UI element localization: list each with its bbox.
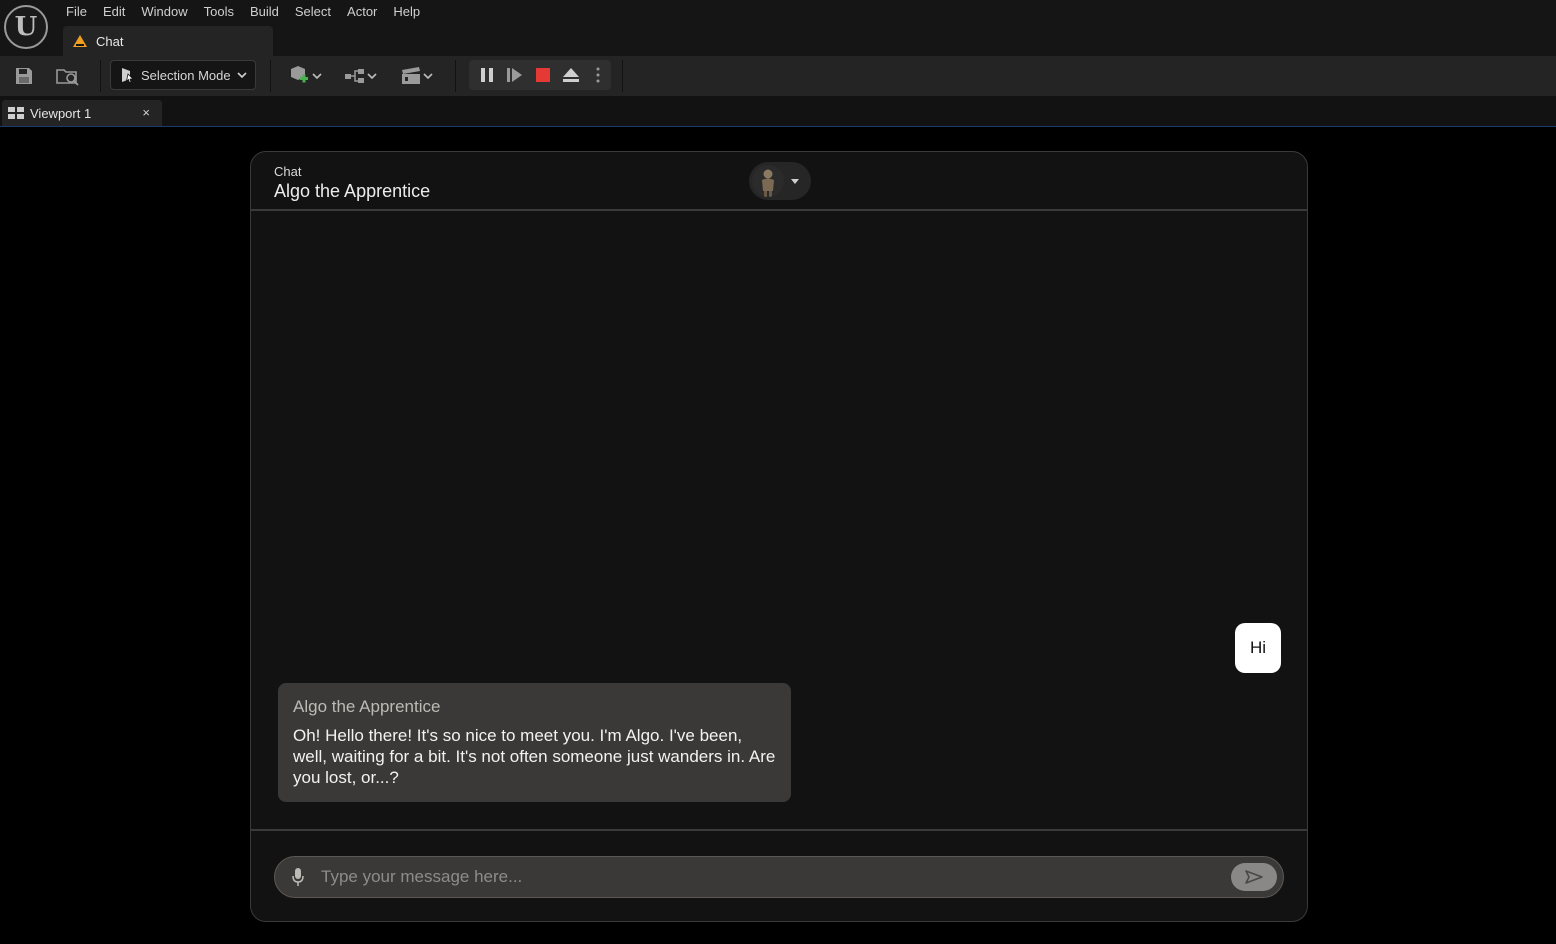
menu-edit[interactable]: Edit [95,0,133,24]
assistant-name: Algo the Apprentice [293,697,441,716]
toolbar-separator [455,60,456,92]
eject-button[interactable] [561,63,581,87]
assistant-message: Algo the Apprentice Oh! Hello there! It'… [278,683,791,802]
chat-kicker: Chat [274,164,302,179]
send-button[interactable] [1231,863,1277,891]
add-actor-icon [291,66,308,83]
save-icon [16,68,32,84]
menu-bar: File Edit Window Tools Build Select Acto… [58,0,428,24]
level-warning-icon [73,35,87,47]
selection-mode-label: Selection Mode [141,67,231,83]
add-actor-dropdown[interactable] [286,64,324,88]
toolbar-separator [270,60,271,92]
chevron-down-icon [237,72,247,79]
menu-help[interactable]: Help [385,0,428,24]
step-frame-icon [507,68,522,82]
menu-select[interactable]: Select [287,0,339,24]
chevron-down-icon [312,73,322,80]
selection-mode-dropdown[interactable]: Selection Mode [110,60,256,90]
step-frame-button[interactable] [505,63,525,87]
pause-button[interactable] [477,63,497,87]
blueprint-icon [345,69,364,83]
more-options-icon [596,67,600,83]
viewport-layout-icon [8,107,24,119]
character-avatar-icon [752,165,784,197]
menu-tools[interactable]: Tools [196,0,242,24]
message-input[interactable] [321,857,1221,897]
toolbar-separator [622,60,623,92]
toolbar-separator [100,60,101,92]
content-browser-button[interactable] [55,64,81,88]
play-controls [469,60,611,90]
send-icon [1245,870,1263,884]
cinematics-dropdown[interactable] [396,64,436,88]
save-button[interactable] [12,64,36,88]
eject-icon [563,68,579,82]
blueprint-dropdown[interactable] [340,64,380,88]
content-browser-icon [56,69,79,86]
chevron-down-icon [367,73,377,80]
menu-build[interactable]: Build [242,0,287,24]
viewport-tab-label: Viewport 1 [30,105,92,121]
avatar [752,165,784,197]
chat-footer [251,829,1307,921]
caret-down-icon [791,178,799,184]
title-bar: U File Edit Window Tools Build Select Ac… [0,0,1556,56]
message-composer [274,856,1284,898]
document-tab-chat[interactable]: Chat [63,26,273,56]
chat-header: Chat Algo the Apprentice [251,152,1307,211]
microphone-button[interactable] [291,867,305,892]
character-selector[interactable] [749,162,811,200]
user-message: Hi [1235,623,1281,673]
stop-button[interactable] [533,63,553,87]
chevron-down-icon [423,73,433,80]
close-icon[interactable]: × [142,105,150,120]
chat-title: Algo the Apprentice [274,181,431,201]
microphone-icon [292,868,304,886]
menu-window[interactable]: Window [133,0,195,24]
unreal-engine-logo-icon[interactable]: U [4,5,48,49]
main-toolbar: Selection Mode [0,56,1556,96]
menu-file[interactable]: File [58,0,95,24]
assistant-message-text: Oh! Hello there! It's so nice to meet yo… [293,726,776,787]
pause-icon [481,68,493,82]
user-message-text: Hi [1249,638,1267,657]
document-tab-label: Chat [96,33,124,49]
more-options-button[interactable] [591,63,605,87]
cinematics-icon [402,67,420,84]
chat-panel: Chat Algo the Apprentice Hi Algo the App… [250,151,1308,922]
stop-icon [536,68,550,82]
viewport-tab-strip: Viewport 1 × [0,96,1556,127]
menu-actor[interactable]: Actor [339,0,385,24]
selection-mode-icon [122,68,134,83]
tab-viewport-1[interactable]: Viewport 1 × [2,100,162,126]
